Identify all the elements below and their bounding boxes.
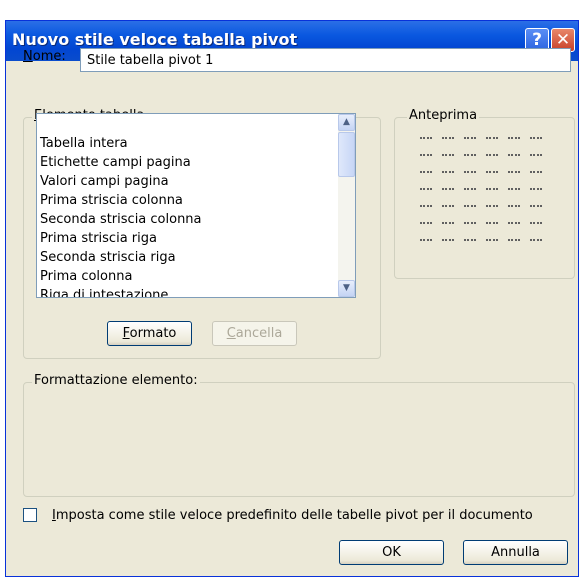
preview-cell (464, 171, 476, 175)
preview-cell (508, 171, 520, 175)
preview-cell (530, 239, 542, 243)
preview-cell (508, 188, 520, 192)
preview-cell (486, 171, 498, 175)
list-item[interactable]: Seconda striscia riga (40, 250, 176, 265)
dialog-title: Nuovo stile veloce tabella pivot (12, 30, 298, 49)
preview-cell (486, 205, 498, 209)
format-button[interactable]: Formato (107, 321, 192, 346)
list-item[interactable]: Valori campi pagina (40, 174, 169, 189)
preview-cell (486, 188, 498, 192)
preview-cell (442, 205, 454, 209)
list-item[interactable]: Prima striscia colonna (40, 193, 183, 208)
chevron-up-icon: ▲ (343, 117, 350, 127)
preview-cell (442, 154, 454, 158)
preview-cell (486, 154, 498, 158)
scroll-thumb[interactable] (338, 132, 355, 177)
preview-cell (486, 222, 498, 226)
list-item[interactable]: Prima colonna (40, 269, 132, 284)
preview-cell (508, 239, 520, 243)
scroll-down-button[interactable]: ▼ (338, 280, 355, 297)
preview-cell (464, 188, 476, 192)
list-item[interactable]: Riga di intestazione (40, 288, 168, 297)
preview-cell (464, 222, 476, 226)
preview-cell (420, 188, 432, 192)
preview-cell (508, 222, 520, 226)
name-input[interactable]: Stile tabella pivot 1 (80, 48, 571, 72)
preview-cell (464, 205, 476, 209)
list-item[interactable]: Prima striscia riga (40, 231, 157, 246)
table-element-list[interactable]: Tabella intera Etichette campi pagina Va… (36, 113, 356, 298)
clear-button[interactable]: Cancella (212, 321, 297, 346)
preview-cell (420, 137, 432, 141)
preview-cell (530, 154, 542, 158)
help-icon: ? (532, 30, 542, 50)
default-style-label[interactable]: Imposta come stile veloce predefinito de… (52, 508, 533, 523)
preview-cell (530, 171, 542, 175)
preview-cell (508, 154, 520, 158)
preview-cell (420, 171, 432, 175)
preview-cell (464, 154, 476, 158)
preview-cell (486, 137, 498, 141)
preview-cell (442, 222, 454, 226)
preview-title: Anteprima (407, 108, 480, 123)
formatting-title: Formattazione elemento: (32, 373, 200, 388)
preview-cell (442, 171, 454, 175)
preview-cell (442, 137, 454, 141)
default-style-checkbox[interactable] (23, 508, 37, 522)
cancel-button[interactable]: Annulla (463, 540, 568, 565)
preview-cell (486, 239, 498, 243)
preview-cell (508, 137, 520, 141)
preview-cell (464, 239, 476, 243)
preview-cell (530, 188, 542, 192)
list-item[interactable]: Tabella intera (40, 136, 128, 151)
preview-cell (420, 222, 432, 226)
preview-cell (530, 137, 542, 141)
preview-cell (420, 154, 432, 158)
list-item[interactable]: Etichette campi pagina (40, 155, 191, 170)
preview-cell (420, 239, 432, 243)
preview-cell (464, 137, 476, 141)
preview-cell (442, 239, 454, 243)
list-item[interactable]: Seconda striscia colonna (40, 212, 202, 227)
chevron-down-icon: ▼ (343, 283, 350, 293)
formatting-groupbox (23, 382, 575, 497)
close-icon: ✕ (555, 30, 571, 50)
preview-cell (508, 205, 520, 209)
ok-button[interactable]: OK (339, 540, 444, 565)
preview-cell (530, 205, 542, 209)
scroll-up-button[interactable]: ▲ (338, 114, 355, 131)
name-label: Nome: (23, 49, 66, 64)
preview-cell (530, 222, 542, 226)
preview-cell (420, 205, 432, 209)
preview-cell (442, 188, 454, 192)
list-scrollbar[interactable]: ▲ ▼ (338, 114, 355, 297)
style-preview-grid (410, 127, 550, 252)
